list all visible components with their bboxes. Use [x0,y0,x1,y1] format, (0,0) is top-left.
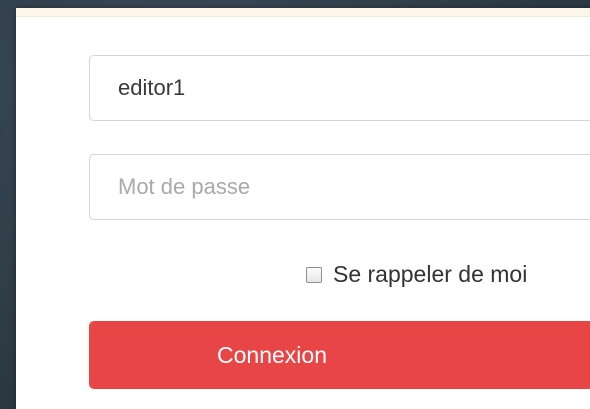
password-input[interactable] [89,154,590,220]
panel-top-strip [16,8,590,17]
remember-me-option[interactable]: Se rappeler de moi [306,261,527,288]
remember-me-checkbox[interactable] [306,266,322,283]
remember-me-label: Se rappeler de moi [333,261,528,287]
username-input[interactable] [89,55,590,121]
login-panel: Se rappeler de moi Connexion [16,8,590,409]
login-button[interactable]: Connexion [89,321,590,389]
